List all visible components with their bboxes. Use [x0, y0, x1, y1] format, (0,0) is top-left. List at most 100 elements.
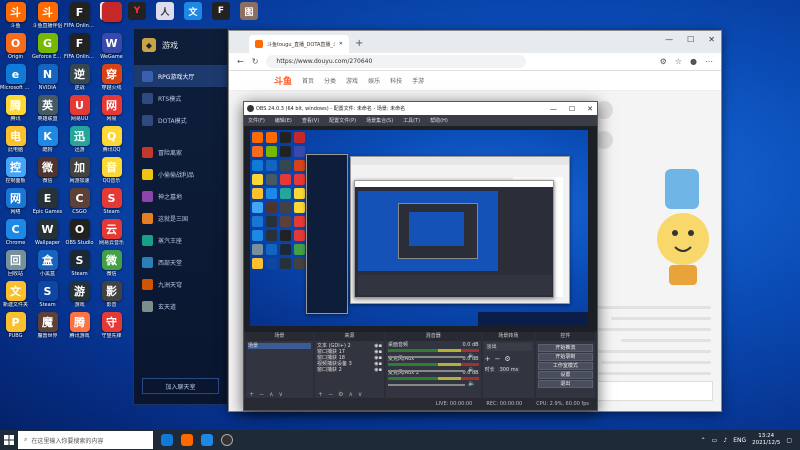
obs-menu-item[interactable]: 场景集合(S): [366, 117, 393, 124]
app-shortcut-icon[interactable]: Y: [128, 2, 146, 20]
desktop-icon[interactable]: 网 网易: [96, 95, 127, 126]
desktop-icon[interactable]: 加 网游加速: [64, 157, 95, 188]
site-nav-item[interactable]: 娱乐: [368, 76, 380, 85]
desktop-icon[interactable]: 斗 斗鱼直播伴侣: [32, 2, 63, 33]
obs-menu-item[interactable]: 编辑(E): [275, 117, 292, 124]
scene-item[interactable]: 场景: [248, 343, 312, 349]
site-nav-item[interactable]: 手游: [412, 76, 424, 85]
maximize-icon[interactable]: ☐: [687, 35, 694, 44]
launcher-item[interactable]: 九洲天穹: [134, 273, 227, 295]
profile-icon[interactable]: ●: [690, 57, 697, 66]
desktop-icon[interactable]: S Steam: [32, 281, 63, 312]
app-shortcut-icon[interactable]: F: [212, 2, 230, 20]
remove-icon[interactable]: −: [328, 391, 333, 398]
desktop-icon[interactable]: O Origin: [0, 33, 31, 64]
launcher-item[interactable]: 这就是三国: [134, 207, 227, 229]
desktop-icon[interactable]: 穿 穿越火线: [96, 64, 127, 95]
launcher-item[interactable]: 蒸汽王座: [134, 229, 227, 251]
desktop-icon[interactable]: 微 微信: [96, 250, 127, 281]
desktop-icon[interactable]: N NVIDIA: [32, 64, 63, 95]
obs-menu-item[interactable]: 文件(F): [248, 117, 265, 124]
clock[interactable]: 13:24 2021/12/5: [752, 433, 780, 447]
app-shortcut-icon[interactable]: 文: [184, 2, 202, 20]
app-shortcut-icon[interactable]: 人: [156, 2, 174, 20]
chat-input[interactable]: [593, 381, 713, 401]
control-button[interactable]: 工作室模式: [537, 362, 593, 370]
desktop-icon[interactable]: O OBS Studio: [64, 219, 95, 250]
sources-list[interactable]: 文本 (GDI+) 2 ◉▪ 窗口捕获 17 ◉▪ 窗口捕获 18 ◉▪ 视频捕获设备…: [315, 341, 384, 390]
game-taskbar-icon[interactable]: [201, 434, 213, 446]
join-chat-button[interactable]: 加入聊天室: [142, 378, 219, 394]
desktop-icon[interactable]: 回 回收站: [0, 250, 31, 281]
desktop-icon[interactable]: G Geforce Experience: [32, 33, 63, 64]
desktop-icon[interactable]: C Chrome: [0, 219, 31, 250]
desktop-icon[interactable]: 微 微信: [32, 157, 63, 188]
desktop-icon[interactable]: U 网易UU: [64, 95, 95, 126]
close-icon[interactable]: ✕: [587, 105, 593, 113]
volume-slider[interactable]: [388, 383, 466, 386]
desktop-icon[interactable]: F FIFA Online 4: [64, 2, 95, 33]
address-bar[interactable]: https://www.douyu.com/270640: [266, 55, 527, 68]
desktop-icon[interactable]: 腾 腾讯游戏: [64, 312, 95, 343]
app-shortcut-icon[interactable]: 图: [240, 2, 258, 20]
desktop-icon[interactable]: [96, 2, 127, 33]
desktop-icon[interactable]: C CSGO: [64, 188, 95, 219]
transition-select[interactable]: 淡出: [484, 343, 532, 351]
gear-icon[interactable]: ⚙: [338, 391, 343, 398]
duration-field[interactable]: 300 ms: [497, 366, 521, 373]
site-nav-item[interactable]: 首页: [302, 76, 314, 85]
desktop-icon[interactable]: W Wallpaper: [32, 219, 63, 250]
arrow-up-icon[interactable]: ∧: [348, 391, 352, 398]
scenes-list[interactable]: 场景: [246, 341, 313, 390]
launcher-item[interactable]: 西部天堂: [134, 251, 227, 273]
desktop-icon[interactable]: 腾 腾讯: [0, 95, 31, 126]
desktop-icon[interactable]: 守 守望先锋: [96, 312, 127, 343]
network-icon[interactable]: ▭: [712, 437, 718, 444]
edge-taskbar-icon[interactable]: [161, 434, 173, 446]
desktop-icon[interactable]: 迅 迅游: [64, 126, 95, 157]
desktop-icon[interactable]: e Microsoft Edge: [0, 64, 31, 95]
obs-menu-item[interactable]: 工具(T): [403, 117, 420, 124]
close-icon[interactable]: ✕: [708, 35, 715, 44]
volume-icon[interactable]: 🔈: [468, 380, 475, 387]
launcher-item[interactable]: 小偷偷战利品: [134, 163, 227, 185]
site-nav-item[interactable]: 科技: [390, 76, 402, 85]
obs-menu-item[interactable]: 查看(V): [302, 117, 319, 124]
launcher-item[interactable]: RPG游戏大厅: [134, 65, 227, 87]
desktop-icon[interactable]: 网 网络: [0, 188, 31, 219]
obs-menu-item[interactable]: 帮助(H): [430, 117, 448, 124]
volume-slider[interactable]: [388, 355, 466, 358]
desktop-icon[interactable]: 音 QQ音乐: [96, 157, 127, 188]
refresh-icon[interactable]: ↻: [252, 57, 259, 66]
desktop-icon[interactable]: 游 游戏: [64, 281, 95, 312]
desktop-icon[interactable]: 英 英雄联盟: [32, 95, 63, 126]
back-icon[interactable]: ←: [237, 57, 244, 66]
eye-lock-icon[interactable]: ◉▪: [374, 367, 382, 373]
obs-taskbar-icon[interactable]: [221, 434, 233, 446]
obs-preview[interactable]: [244, 126, 597, 332]
volume-slider[interactable]: [388, 369, 466, 372]
desktop-icon[interactable]: 魔 魔兽世界: [32, 312, 63, 343]
desktop-icon[interactable]: 盒 小黑盒: [32, 250, 63, 281]
close-icon[interactable]: ✕: [339, 41, 343, 47]
add-icon[interactable]: +: [485, 355, 491, 363]
menu-icon[interactable]: ⋯: [705, 57, 713, 66]
minimize-icon[interactable]: —: [550, 105, 557, 113]
maximize-icon[interactable]: ☐: [569, 105, 575, 113]
add-icon[interactable]: +: [318, 391, 323, 398]
launcher-item[interactable]: 玄天道: [134, 295, 227, 317]
desktop-icon[interactable]: S Steam: [64, 250, 95, 281]
site-nav-item[interactable]: 游戏: [346, 76, 358, 85]
douyu-taskbar-icon[interactable]: [181, 434, 193, 446]
desktop-icon[interactable]: 斗 斗鱼: [0, 2, 31, 33]
desktop-icon[interactable]: 影 影音: [96, 281, 127, 312]
notification-icon[interactable]: ▢: [786, 437, 792, 444]
language-indicator[interactable]: ENG: [733, 437, 746, 444]
favorites-icon[interactable]: ☆: [675, 57, 682, 66]
launcher-item[interactable]: DOTA模式: [134, 109, 227, 131]
minimize-icon[interactable]: —: [665, 35, 673, 44]
desktop-icon[interactable]: F FIFA Online 4: [64, 33, 95, 64]
desktop-icon[interactable]: 逆 逆战: [64, 64, 95, 95]
launcher-item[interactable]: RTS模式: [134, 87, 227, 109]
desktop-icon[interactable]: Q 腾讯QQ: [96, 126, 127, 157]
